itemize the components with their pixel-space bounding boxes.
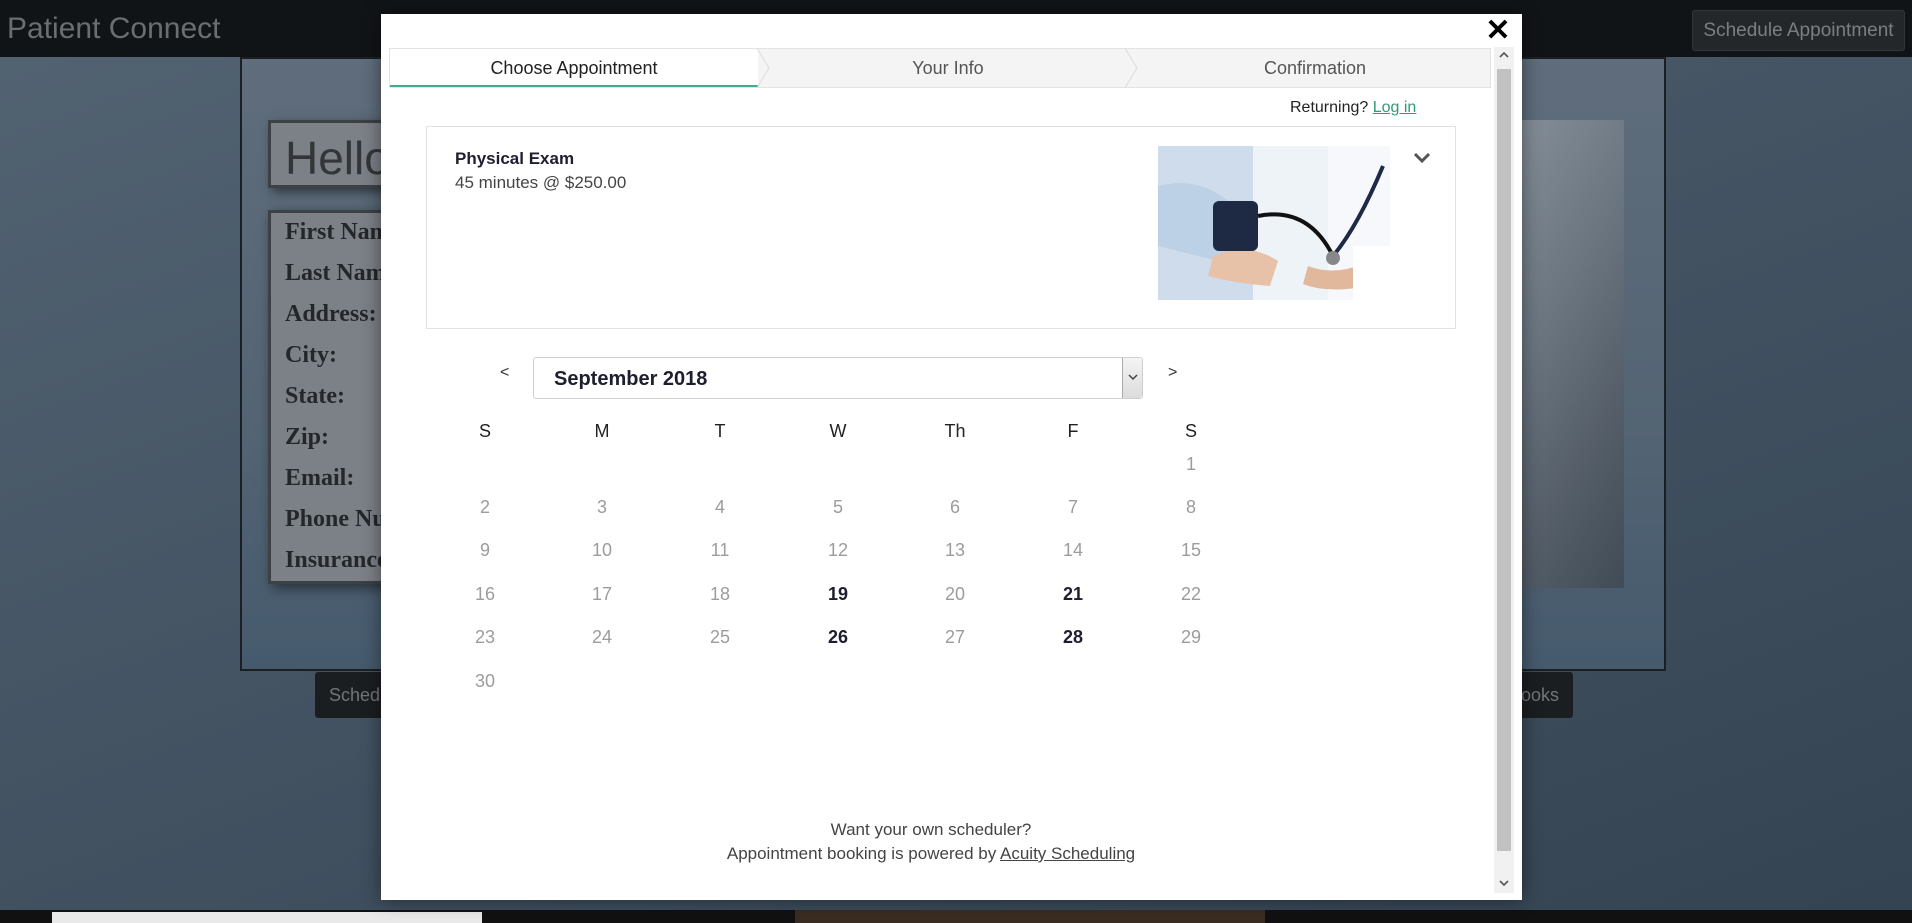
taskbar — [0, 910, 1912, 923]
month-select[interactable]: September 2018 — [533, 357, 1143, 399]
calendar-day: 18 — [709, 584, 731, 604]
modal-scrollbar[interactable] — [1494, 47, 1514, 893]
weekday-header: W — [829, 421, 847, 441]
calendar-day: 12 — [827, 540, 849, 560]
calendar-day: 29 — [1180, 627, 1202, 647]
blood-pressure-exam-photo — [1158, 146, 1390, 300]
calendar-day: 11 — [710, 540, 730, 560]
previous-month-button[interactable]: < — [500, 364, 509, 382]
scroll-down-icon[interactable] — [1494, 875, 1514, 893]
calendar-day-available[interactable]: 19 — [808, 584, 868, 605]
calendar-day: 27 — [944, 627, 966, 647]
calendar-day: 16 — [474, 584, 496, 604]
step-confirmation[interactable]: Confirmation — [1138, 49, 1492, 87]
acuity-scheduling-link[interactable]: Acuity Scheduling — [1000, 844, 1135, 863]
step-your-info[interactable]: Your Info — [768, 49, 1128, 87]
calendar-day-available[interactable]: 21 — [1043, 584, 1103, 605]
scroll-up-icon[interactable] — [1494, 47, 1514, 65]
calendar-day-available[interactable]: 28 — [1043, 627, 1103, 648]
next-month-button[interactable]: > — [1168, 364, 1177, 382]
calendar-day: 20 — [944, 584, 966, 604]
calendar-day: 9 — [479, 540, 490, 560]
calendar-day: 13 — [944, 540, 966, 560]
login-link[interactable]: Log in — [1373, 99, 1417, 116]
scrollbar-thumb[interactable] — [1497, 69, 1511, 851]
dropdown-arrow-icon[interactable] — [1122, 358, 1142, 398]
calendar-day: 2 — [479, 497, 490, 517]
calendar-day: 25 — [709, 627, 731, 647]
appointment-title: Physical Exam — [455, 149, 575, 168]
weekday-header: Th — [944, 421, 966, 441]
taskbar-thumbnail — [795, 910, 1265, 923]
calendar-day: 3 — [596, 497, 607, 517]
calendar-day: 6 — [949, 497, 960, 517]
calendar-day: 14 — [1062, 540, 1084, 560]
calendar-day: 24 — [591, 627, 613, 647]
weekday-header: T — [714, 421, 726, 441]
weekday-header: F — [1067, 421, 1079, 441]
appointment-description: 45 minutes @ $250.00 — [455, 173, 627, 192]
returning-text: Returning? — [1290, 99, 1369, 116]
calendar-day: 5 — [832, 497, 843, 517]
footer-powered-by-text: Appointment booking is powered by — [726, 844, 997, 863]
calendar-day: 4 — [714, 497, 725, 517]
close-icon[interactable]: ✕ — [1484, 16, 1512, 46]
calendar-day: 7 — [1067, 497, 1078, 517]
weekday-header: S — [478, 421, 491, 441]
calendar-day: 10 — [591, 540, 613, 560]
chevron-down-icon[interactable] — [1410, 146, 1434, 170]
weekday-header: M — [594, 421, 610, 441]
calendar-day: 23 — [474, 627, 496, 647]
calendar-day: 8 — [1185, 497, 1196, 517]
returning-prompt: Returning? Log in — [1290, 99, 1416, 117]
taskbar-search[interactable] — [52, 912, 482, 923]
step-progress: Choose Appointment Your Info Confirmatio… — [389, 48, 1491, 88]
calendar-day-available[interactable]: 26 — [808, 627, 868, 648]
footer-promo: Want your own scheduler? — [830, 820, 1032, 839]
calendar-day: 15 — [1180, 540, 1202, 560]
calendar-day: 30 — [474, 671, 496, 691]
calendar-day: 22 — [1180, 584, 1202, 604]
calendar-day: 17 — [591, 584, 613, 604]
month-select-value: September 2018 — [554, 368, 708, 390]
footer-powered-by: Appointment booking is powered by Acuity… — [381, 844, 1481, 864]
step-choose-appointment[interactable]: Choose Appointment — [390, 49, 758, 87]
calendar-day: 1 — [1185, 454, 1196, 474]
weekday-header: S — [1184, 421, 1197, 441]
